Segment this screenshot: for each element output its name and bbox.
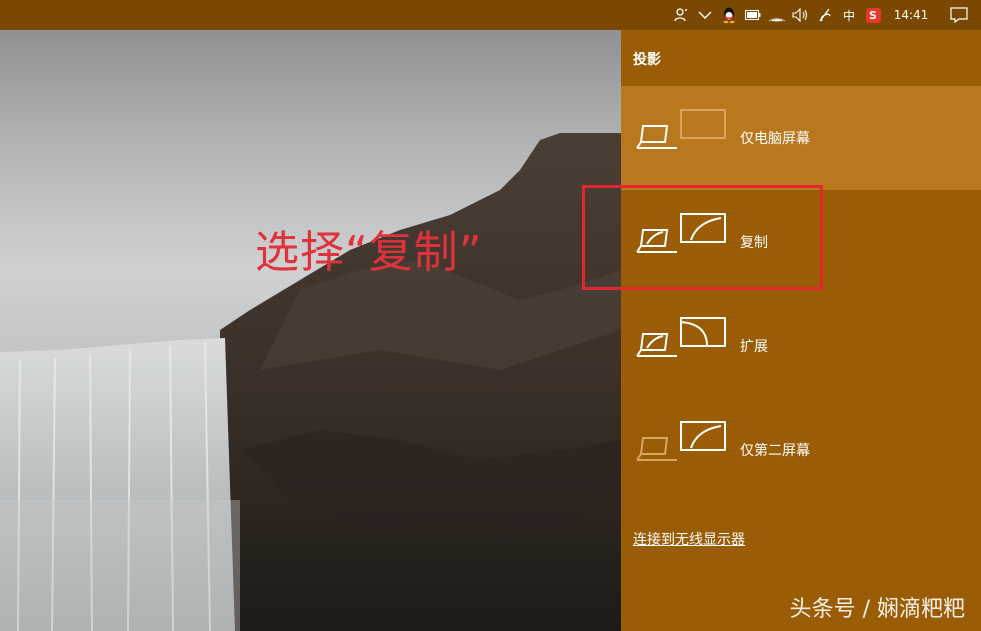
sogou-badge: S: [865, 7, 881, 23]
instruction-annotation: 选择“复制”: [255, 227, 483, 278]
watermark: 头条号 / 娴滴粑粑: [789, 597, 965, 622]
notification-icon[interactable]: [937, 0, 981, 30]
extend-icon: [636, 317, 726, 357]
sogou-ime-icon[interactable]: S: [861, 0, 885, 30]
option-second-screen-only[interactable]: 仅第二屏幕: [621, 398, 981, 502]
connect-wireless-display-link[interactable]: 连接到无线显示器: [633, 529, 745, 549]
option-extend[interactable]: 扩展: [621, 294, 981, 398]
panel-title: 投影: [633, 52, 661, 68]
chevron-up-icon[interactable]: [693, 0, 717, 30]
option-label: 扩展: [740, 339, 768, 355]
wifi-icon[interactable]: [765, 0, 789, 30]
project-panel: 投影 仅电脑屏幕 复制 扩展 仅第二屏幕 连接到无线显示器: [621, 30, 981, 631]
option-label: 仅第二屏幕: [740, 443, 810, 459]
battery-icon[interactable]: [741, 0, 765, 30]
option-label: 仅电脑屏幕: [740, 131, 810, 147]
option-pc-screen-only[interactable]: 仅电脑屏幕: [621, 86, 981, 190]
wallpaper-scene: [0, 133, 621, 631]
highlight-box: [582, 185, 823, 290]
second-screen-only-icon: [636, 421, 726, 461]
qq-icon[interactable]: [717, 0, 741, 30]
taskbar: 中 S 14:41: [0, 0, 981, 30]
volume-icon[interactable]: [789, 0, 813, 30]
clock[interactable]: 14:41: [885, 0, 937, 30]
pen-icon[interactable]: [813, 0, 837, 30]
pc-screen-only-icon: [636, 109, 726, 149]
desktop-wallpaper: [0, 30, 621, 631]
people-icon[interactable]: [669, 0, 693, 30]
ime-indicator[interactable]: 中: [837, 0, 861, 30]
